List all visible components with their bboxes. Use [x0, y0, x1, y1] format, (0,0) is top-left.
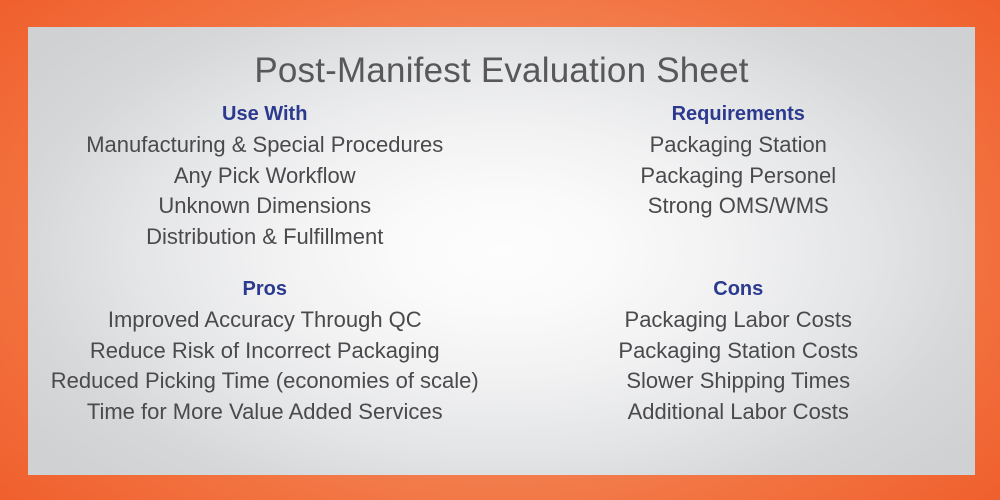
list-item: Distribution & Fulfillment	[146, 223, 384, 249]
list-item: Packaging Labor Costs	[624, 307, 852, 332]
section-list-use-with: Manufacturing & Special Procedures Any P…	[28, 130, 502, 252]
sections-row-bottom: Pros Improved Accuracy Through QC Reduce…	[28, 274, 975, 427]
list-item: Additional Labor Costs	[627, 398, 849, 424]
section-list-requirements: Packaging Station Packaging Personel Str…	[502, 130, 976, 222]
list-item: Strong OMS/WMS	[647, 193, 829, 218]
list-item: Time for More Value Added Services	[86, 398, 443, 424]
section-list-cons: Packaging Labor Costs Packaging Station …	[502, 305, 976, 427]
section-requirements: Requirements Packaging Station Packaging…	[502, 99, 976, 252]
section-heading-use-with: Use With	[222, 103, 308, 125]
page-title: Post-Manifest Evaluation Sheet	[254, 51, 749, 90]
slide-frame: Post-Manifest Evaluation Sheet Use With …	[0, 0, 1000, 500]
list-item: Reduce Risk of Incorrect Packaging	[89, 337, 440, 363]
sections-row-spacer	[28, 252, 975, 274]
list-item: Packaging Station Costs	[618, 337, 859, 363]
section-list-pros: Improved Accuracy Through QC Reduce Risk…	[28, 305, 502, 427]
section-heading-cons: Cons	[713, 278, 764, 300]
list-item: Improved Accuracy Through QC	[107, 307, 422, 332]
section-heading-pros: Pros	[242, 278, 287, 300]
list-item: Unknown Dimensions	[158, 193, 372, 218]
section-pros: Pros Improved Accuracy Through QC Reduce…	[28, 274, 502, 427]
list-item: Slower Shipping Times	[626, 368, 851, 393]
section-heading-requirements: Requirements	[671, 103, 805, 125]
section-use-with: Use With Manufacturing & Special Procedu…	[28, 99, 502, 252]
evaluation-sheet-panel: Post-Manifest Evaluation Sheet Use With …	[28, 27, 975, 475]
list-item: Manufacturing & Special Procedures	[86, 132, 444, 157]
sections-grid: Use With Manufacturing & Special Procedu…	[28, 99, 975, 427]
list-item: Any Pick Workflow	[173, 162, 356, 188]
list-item: Reduced Picking Time (economies of scale…	[50, 368, 479, 393]
list-item: Packaging Station	[649, 132, 827, 157]
list-item: Packaging Personel	[640, 162, 837, 188]
sections-row-top: Use With Manufacturing & Special Procedu…	[28, 99, 975, 252]
section-cons: Cons Packaging Labor Costs Packaging Sta…	[502, 274, 976, 427]
